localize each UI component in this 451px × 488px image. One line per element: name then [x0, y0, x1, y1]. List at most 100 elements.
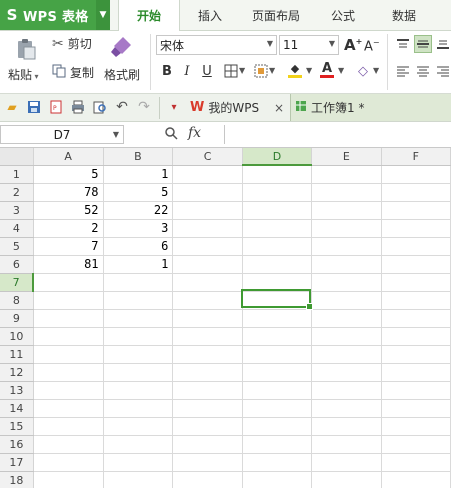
cell-a7[interactable] [33, 273, 104, 292]
cell-e17[interactable] [311, 453, 382, 472]
cell-f13[interactable] [381, 381, 451, 400]
tab-workbook[interactable]: 工作簿1 * [290, 94, 451, 121]
format-painter-icon[interactable] [108, 34, 134, 60]
align-middle-icon[interactable] [414, 35, 432, 53]
row-header[interactable]: 3 [0, 201, 34, 220]
cell-d18[interactable] [242, 471, 313, 488]
cell-b6[interactable]: 1 [103, 255, 174, 274]
increase-font-icon[interactable]: A+ [344, 36, 362, 54]
align-bottom-icon[interactable] [434, 35, 451, 53]
copy-button[interactable]: 复制 [52, 64, 94, 81]
cell-d7[interactable] [242, 273, 313, 292]
decrease-font-icon[interactable]: A− [364, 38, 380, 54]
align-center-icon[interactable] [414, 62, 432, 80]
cell-d6[interactable] [242, 255, 313, 274]
cell-f4[interactable] [381, 219, 451, 238]
cell-d16[interactable] [242, 435, 313, 454]
cell-c5[interactable] [172, 237, 243, 256]
column-header-d[interactable]: D [242, 148, 313, 166]
cell-b14[interactable] [103, 399, 174, 418]
cell-e18[interactable] [311, 471, 382, 488]
row-header[interactable]: 12 [0, 363, 34, 382]
formula-input[interactable] [224, 125, 451, 144]
cell-e15[interactable] [311, 417, 382, 436]
cell-b1[interactable]: 1 [103, 165, 174, 184]
cell-b10[interactable] [103, 327, 174, 346]
name-box[interactable]: D7 ▼ [0, 125, 124, 144]
cell-a4[interactable]: 2 [33, 219, 104, 238]
cell-b8[interactable] [103, 291, 174, 310]
cell-c7[interactable] [172, 273, 243, 292]
cell-c2[interactable] [172, 183, 243, 202]
cell-b13[interactable] [103, 381, 174, 400]
cell-b15[interactable] [103, 417, 174, 436]
cell-a2[interactable]: 78 [33, 183, 104, 202]
column-header-b[interactable]: B [103, 148, 174, 166]
cell-b18[interactable] [103, 471, 174, 488]
cell-d2[interactable] [242, 183, 313, 202]
cell-b4[interactable]: 3 [103, 219, 174, 238]
chevron-down-icon[interactable]: ▼ [306, 66, 312, 75]
row-header[interactable]: 2 [0, 183, 34, 202]
cell-b2[interactable]: 5 [103, 183, 174, 202]
cell-c4[interactable] [172, 219, 243, 238]
tab-formulas[interactable]: 公式 [320, 0, 366, 30]
cell-f18[interactable] [381, 471, 451, 488]
cell-b17[interactable] [103, 453, 174, 472]
cell-c14[interactable] [172, 399, 243, 418]
cell-a12[interactable] [33, 363, 104, 382]
clear-format-icon[interactable]: ◇ [354, 62, 372, 80]
cell-e12[interactable] [311, 363, 382, 382]
cell-f11[interactable] [381, 345, 451, 364]
cell-b11[interactable] [103, 345, 174, 364]
cell-d14[interactable] [242, 399, 313, 418]
cell-e8[interactable] [311, 291, 382, 310]
cell-f15[interactable] [381, 417, 451, 436]
cell-d1[interactable] [242, 165, 313, 184]
tab-home[interactable]: 开始 [118, 0, 180, 31]
cell-a15[interactable] [33, 417, 104, 436]
cell-e2[interactable] [311, 183, 382, 202]
cell-a1[interactable]: 5 [33, 165, 104, 184]
cell-d15[interactable] [242, 417, 313, 436]
chevron-down-icon[interactable]: ▼ [338, 66, 344, 75]
cell-d17[interactable] [242, 453, 313, 472]
cell-a14[interactable] [33, 399, 104, 418]
cell-d11[interactable] [242, 345, 313, 364]
cell-b7[interactable] [103, 273, 174, 292]
align-left-icon[interactable] [394, 62, 412, 80]
tab-insert[interactable]: 插入 [186, 0, 234, 30]
fill-color-button[interactable]: ◆ [286, 61, 304, 79]
paste-button[interactable]: 粘贴 ▾ [8, 66, 39, 83]
row-header[interactable]: 6 [0, 255, 34, 274]
column-header-f[interactable]: F [381, 148, 451, 166]
cell-a13[interactable] [33, 381, 104, 400]
cell-style-icon[interactable] [252, 62, 270, 80]
cell-b5[interactable]: 6 [103, 237, 174, 256]
align-right-icon[interactable] [434, 62, 451, 80]
bold-button[interactable]: B [158, 62, 176, 80]
cell-f14[interactable] [381, 399, 451, 418]
cell-d3[interactable] [242, 201, 313, 220]
cell-b9[interactable] [103, 309, 174, 328]
app-menu-dropdown-icon[interactable]: ▼ [96, 0, 110, 30]
cell-a5[interactable]: 7 [33, 237, 104, 256]
row-header[interactable]: 14 [0, 399, 34, 418]
align-top-icon[interactable] [394, 35, 412, 53]
cell-d9[interactable] [242, 309, 313, 328]
cell-f16[interactable] [381, 435, 451, 454]
cell-c18[interactable] [172, 471, 243, 488]
row-header[interactable]: 8 [0, 291, 34, 310]
cell-c11[interactable] [172, 345, 243, 364]
cell-f9[interactable] [381, 309, 451, 328]
row-header[interactable]: 15 [0, 417, 34, 436]
cut-button[interactable]: ✂ 剪切 [52, 35, 92, 52]
row-header[interactable]: 11 [0, 345, 34, 364]
cell-f10[interactable] [381, 327, 451, 346]
cell-b3[interactable]: 22 [103, 201, 174, 220]
cell-c13[interactable] [172, 381, 243, 400]
save-icon[interactable] [26, 99, 42, 115]
row-header[interactable]: 17 [0, 453, 34, 472]
row-header[interactable]: 9 [0, 309, 34, 328]
underline-button[interactable]: U [198, 62, 216, 80]
